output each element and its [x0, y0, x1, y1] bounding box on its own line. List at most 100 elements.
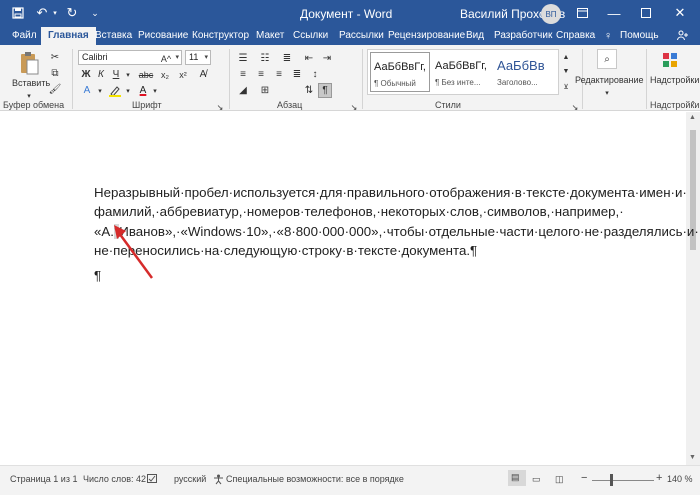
accessibility-status[interactable]: Специальные возможности: все в порядке [226, 474, 404, 484]
paragraph-group-label: Абзац [277, 100, 303, 110]
paste-icon[interactable] [16, 49, 42, 77]
scroll-down-icon[interactable]: ▼ [689, 454, 696, 461]
styles-scroll-up-icon[interactable]: ▲ [561, 50, 571, 65]
paste-button[interactable]: Вставить [12, 78, 50, 88]
zoom-out-icon[interactable]: − [581, 472, 587, 484]
font-group-label: Шрифт [132, 100, 162, 110]
align-left-icon[interactable]: ≡ [236, 67, 250, 82]
chevron-down-icon: ▾ [175, 54, 179, 61]
style-preview: АаБбВвГг, [374, 61, 426, 73]
annotation-arrow [114, 225, 154, 279]
sort-icon[interactable]: ⇅ [302, 83, 316, 98]
bullets-icon[interactable]: ☰ [236, 51, 250, 66]
cut-icon[interactable]: ✂ [48, 50, 62, 65]
align-center-icon[interactable]: ≡ [254, 67, 268, 82]
borders-icon[interactable]: ⊞ [258, 83, 272, 98]
scroll-up-icon[interactable]: ▲ [689, 114, 696, 121]
font-color-dropdown-icon[interactable]: ▾ [151, 83, 159, 98]
clear-formatting-icon[interactable]: A̸ [196, 67, 210, 82]
justify-icon[interactable]: ≣ [290, 67, 304, 82]
zoom-in-icon[interactable]: + [656, 472, 662, 484]
zoom-slider[interactable] [592, 480, 654, 481]
superscript-button[interactable]: x² [176, 67, 190, 82]
tab-references[interactable]: Ссылки [293, 27, 328, 45]
document-canvas[interactable] [0, 112, 686, 465]
tab-file[interactable]: Файл [12, 27, 37, 45]
addins-button[interactable]: Надстройки [650, 75, 699, 85]
align-right-icon[interactable]: ≡ [272, 67, 286, 82]
underline-dropdown-icon[interactable]: ▾ [124, 67, 132, 82]
print-layout-icon[interactable]: ▭ [532, 474, 541, 485]
lightbulb-icon[interactable]: ♀ [604, 27, 612, 45]
collapse-ribbon-icon[interactable]: ⌃ [688, 97, 698, 112]
language-indicator[interactable]: русский [174, 474, 206, 484]
page-count[interactable]: Страница 1 из 1 [10, 474, 77, 484]
multilevel-list-icon[interactable]: ≣ [280, 51, 294, 66]
styles-more-icon[interactable]: ⊻ [561, 79, 571, 94]
numbering-icon[interactable]: ☷ [258, 51, 272, 66]
avatar[interactable]: ВП [541, 4, 561, 24]
web-layout-icon[interactable]: ◫ [555, 474, 564, 485]
tab-mailings[interactable]: Рассылки [339, 27, 384, 45]
bold-button[interactable]: Ж [80, 67, 92, 82]
text-effects-icon[interactable]: A [80, 83, 94, 98]
close-icon[interactable]: ✕ [668, 2, 692, 24]
strikethrough-button[interactable]: abc [138, 67, 154, 82]
grow-font-icon[interactable]: A^ [158, 51, 174, 66]
styles-scroll-down-icon[interactable]: ▼ [561, 64, 571, 79]
customize-toolbar-icon[interactable]: ⌄ [88, 5, 102, 21]
tab-layout[interactable]: Макет [256, 27, 284, 45]
addins-icon[interactable] [661, 51, 679, 69]
line-spacing-icon[interactable]: ↕ [308, 67, 322, 82]
shading-icon[interactable]: ◢ [236, 83, 250, 98]
tab-design[interactable]: Конструктор [192, 27, 249, 45]
format-painter-icon[interactable]: 🖌 [48, 82, 62, 97]
show-formatting-marks-button[interactable]: ¶ [318, 83, 332, 98]
italic-button[interactable]: К [95, 67, 107, 82]
undo-dropdown-icon[interactable]: ▾ [50, 5, 60, 21]
save-icon[interactable] [10, 5, 26, 21]
tab-insert[interactable]: Вставка [95, 27, 132, 45]
tab-draw[interactable]: Рисование [138, 27, 188, 45]
style-normal[interactable]: АаБбВвГг, ¶ Обычный [370, 52, 430, 92]
tab-developer[interactable]: Разработчик [494, 27, 552, 45]
tab-review[interactable]: Рецензирование [388, 27, 465, 45]
zoom-level[interactable]: 140 % [667, 474, 693, 484]
copy-icon[interactable]: ⧉ [48, 66, 62, 81]
tab-home[interactable]: Главная [41, 27, 96, 45]
style-preview: АаБбВв [497, 58, 545, 73]
document-line: фамилий,·аббревиатур,·номеров·телефонов,… [94, 204, 624, 220]
text-effects-dropdown-icon[interactable]: ▾ [96, 83, 104, 98]
word-count[interactable]: Число слов: 42 [83, 474, 146, 484]
tab-tell-me[interactable]: Помощь [620, 27, 659, 45]
tab-help[interactable]: Справка [556, 27, 595, 45]
underline-button[interactable]: Ч [110, 67, 122, 82]
document-text: Иванов»,·«Windows·10»,·«8·800·000·000»,·… [119, 223, 699, 239]
undo-icon[interactable]: ↶ [34, 5, 50, 21]
tab-view[interactable]: Вид [466, 27, 484, 45]
editing-button[interactable]: Редактирование [575, 75, 644, 85]
style-heading-1[interactable]: АаБбВв Заголово... [494, 52, 554, 92]
decrease-indent-icon[interactable]: ⇤ [302, 51, 316, 66]
status-bar: Страница 1 из 1 Число слов: 42 русский С… [0, 465, 700, 495]
proofing-icon[interactable] [147, 474, 158, 486]
zoom-slider-handle[interactable] [610, 474, 613, 486]
accessibility-icon[interactable] [213, 474, 224, 487]
highlight-dropdown-icon[interactable]: ▾ [124, 83, 132, 98]
separator [229, 49, 230, 109]
editing-dropdown-icon[interactable]: ▾ [603, 85, 611, 100]
subscript-button[interactable]: x₂ [158, 67, 172, 82]
style-no-spacing[interactable]: АаБбВвГг, ¶ Без инте... [432, 52, 492, 92]
increase-indent-icon[interactable]: ⇥ [320, 51, 334, 66]
minimize-icon[interactable]: — [602, 2, 626, 24]
share-icon[interactable] [677, 27, 688, 45]
maximize-icon[interactable] [634, 2, 658, 24]
vertical-scrollbar[interactable]: ▲ ▼ [686, 112, 700, 465]
document-body[interactable]: Неразрывный·пробел·используется·для·прав… [94, 183, 699, 260]
highlight-icon[interactable] [108, 83, 122, 98]
redo-icon[interactable]: ↻ [64, 5, 80, 21]
font-size-field[interactable]: 11 ▾ [185, 50, 211, 65]
search-icon[interactable]: ⌕ [597, 49, 617, 69]
font-color-icon[interactable]: A [136, 83, 150, 98]
ribbon-display-icon[interactable] [570, 2, 594, 24]
